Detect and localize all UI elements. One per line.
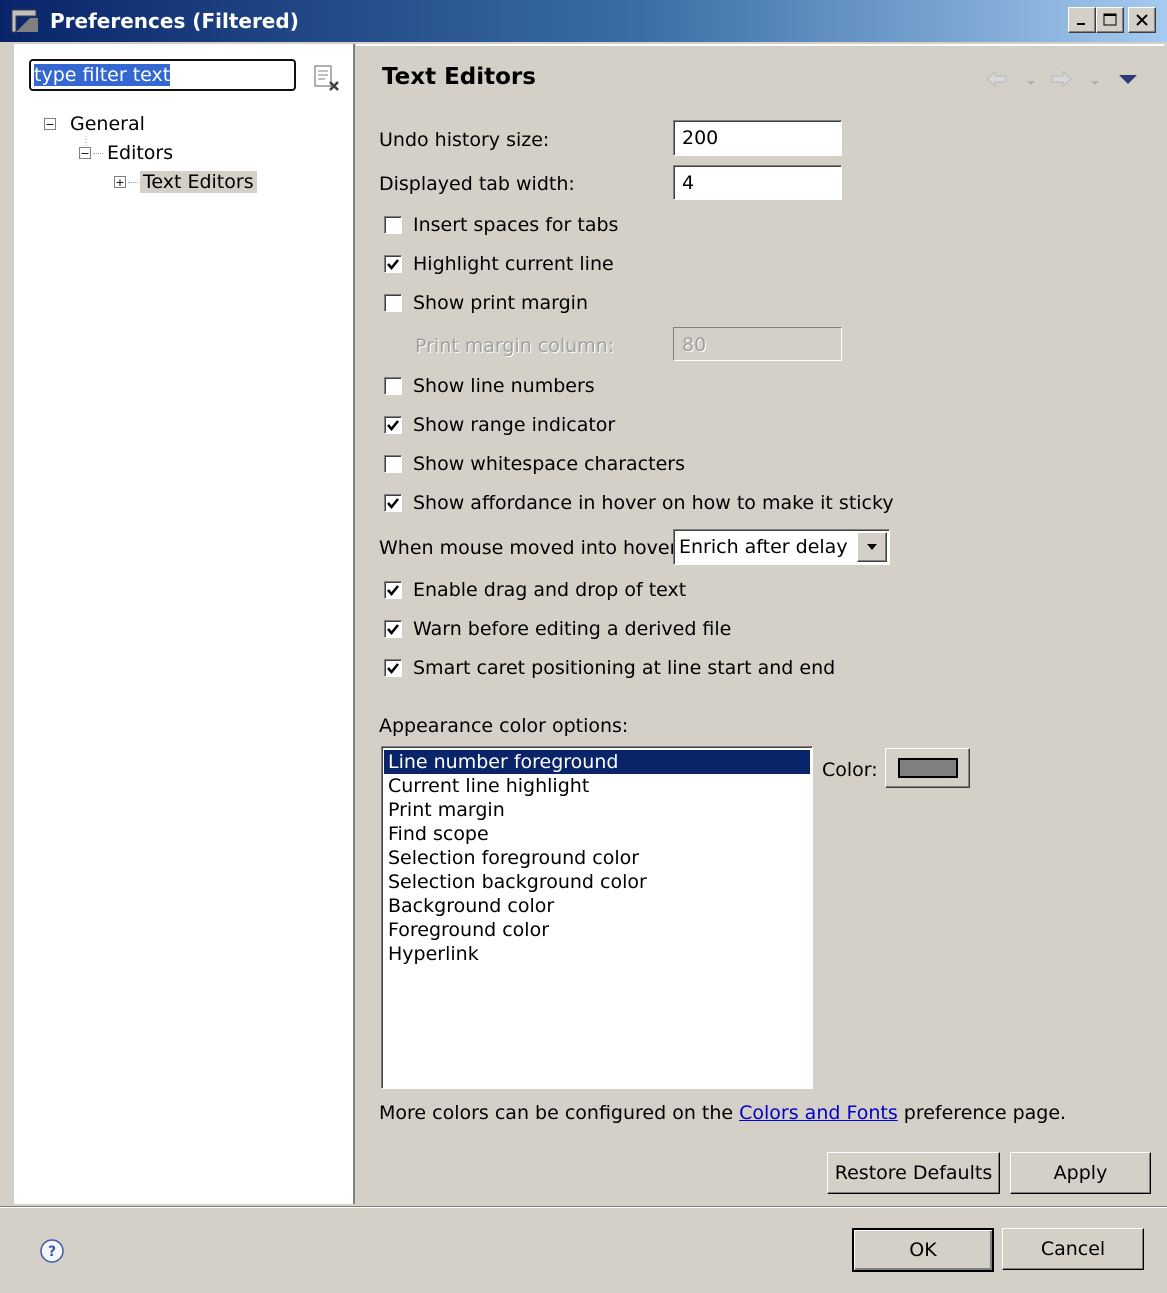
- chevron-down-icon[interactable]: [857, 532, 887, 562]
- clear-filter-icon[interactable]: [312, 64, 342, 92]
- minimize-button[interactable]: [1068, 7, 1096, 33]
- more-colors-suffix: preference page.: [897, 1102, 1067, 1124]
- help-icon[interactable]: ?: [38, 1237, 66, 1265]
- apply-button[interactable]: Apply: [1010, 1152, 1151, 1194]
- tree-item-label: Text Editors: [140, 171, 257, 193]
- print-margin-column-value: 80: [682, 334, 707, 356]
- print-margin-column-input[interactable]: 80: [673, 327, 842, 361]
- highlight-line-option[interactable]: Highlight current line: [384, 253, 614, 275]
- warn-derived-label: Warn before editing a derived file: [413, 618, 732, 640]
- hover-select[interactable]: Enrich after delay: [673, 529, 890, 565]
- warn-derived-option[interactable]: Warn before editing a derived file: [384, 618, 731, 640]
- line-numbers-label: Show line numbers: [413, 375, 595, 397]
- line-numbers-checkbox[interactable]: [384, 377, 402, 395]
- maximize-button[interactable]: [1096, 7, 1124, 33]
- back-arrow-icon[interactable]: [984, 68, 1010, 90]
- tree-item-editors[interactable]: − Editors: [79, 141, 173, 165]
- color-picker-button[interactable]: [885, 748, 970, 788]
- color-swatch: [897, 758, 958, 778]
- whitespace-checkbox[interactable]: [384, 455, 402, 473]
- tree-item-label: General: [70, 113, 145, 135]
- color-option-item[interactable]: Find scope: [384, 822, 810, 846]
- drag-drop-checkbox[interactable]: [384, 581, 402, 599]
- insert-spaces-label: Insert spaces for tabs: [413, 214, 619, 236]
- svg-text:?: ?: [48, 1244, 56, 1260]
- affordance-checkbox[interactable]: [384, 494, 402, 512]
- color-option-item[interactable]: Selection foreground color: [384, 846, 810, 870]
- smart-caret-label: Smart caret positioning at line start an…: [413, 657, 836, 679]
- back-history-dropdown[interactable]: [1024, 72, 1038, 86]
- undo-history-input[interactable]: 200: [673, 120, 842, 156]
- divider: [356, 44, 1164, 46]
- tree-connector-line: [93, 152, 103, 154]
- print-margin-option[interactable]: Show print margin: [384, 292, 588, 314]
- colors-and-fonts-link[interactable]: Colors and Fonts: [739, 1102, 898, 1124]
- affordance-option[interactable]: Show affordance in hover on how to make …: [384, 492, 894, 514]
- line-numbers-option[interactable]: Show line numbers: [384, 375, 595, 397]
- appearance-color-list[interactable]: Line number foreground Current line highl…: [381, 746, 813, 1089]
- expand-icon[interactable]: +: [114, 176, 126, 188]
- filter-input[interactable]: [28, 58, 297, 92]
- range-indicator-label: Show range indicator: [413, 414, 616, 436]
- color-option-item[interactable]: Hyperlink: [384, 942, 810, 966]
- color-option-item[interactable]: Background color: [384, 894, 810, 918]
- undo-history-value: 200: [682, 127, 719, 149]
- warn-derived-checkbox[interactable]: [384, 620, 402, 638]
- whitespace-label: Show whitespace characters: [413, 453, 685, 475]
- undo-history-label: Undo history size:: [379, 129, 550, 151]
- color-label: Color:: [822, 759, 878, 781]
- smart-caret-checkbox[interactable]: [384, 659, 402, 677]
- preferences-app-icon: [10, 8, 40, 34]
- print-margin-column-label: Print margin column:: [415, 335, 615, 357]
- window-title: Preferences (Filtered): [50, 9, 299, 33]
- whitespace-option[interactable]: Show whitespace characters: [384, 453, 685, 475]
- collapse-icon[interactable]: −: [79, 147, 91, 159]
- more-colors-prefix: More colors can be configured on the: [379, 1102, 740, 1124]
- page-title: Text Editors: [382, 64, 536, 90]
- color-option-item[interactable]: Line number foreground: [384, 750, 810, 774]
- tab-width-input[interactable]: 4: [673, 165, 842, 200]
- footer-divider-highlight: [0, 1207, 1167, 1208]
- hover-select-value: Enrich after delay: [679, 536, 848, 558]
- drag-drop-label: Enable drag and drop of text: [413, 579, 687, 601]
- color-option-item[interactable]: Print margin: [384, 798, 810, 822]
- tree-item-text-editors[interactable]: + Text Editors: [114, 169, 257, 195]
- view-menu-icon[interactable]: [1116, 70, 1140, 88]
- drag-drop-option[interactable]: Enable drag and drop of text: [384, 579, 686, 601]
- appearance-label: Appearance color options:: [379, 715, 629, 737]
- color-option-item[interactable]: Current line highlight: [384, 774, 810, 798]
- hover-label: When mouse moved into hover:: [379, 537, 684, 559]
- restore-defaults-button[interactable]: Restore Defaults: [827, 1152, 1000, 1194]
- close-button[interactable]: [1128, 7, 1156, 33]
- title-bar[interactable]: Preferences (Filtered): [0, 0, 1167, 42]
- collapse-icon[interactable]: −: [44, 118, 56, 130]
- forward-history-dropdown[interactable]: [1088, 72, 1102, 86]
- highlight-line-checkbox[interactable]: [384, 255, 402, 273]
- insert-spaces-option[interactable]: Insert spaces for tabs: [384, 214, 618, 236]
- tab-width-label: Displayed tab width:: [379, 173, 575, 195]
- range-indicator-option[interactable]: Show range indicator: [384, 414, 615, 436]
- range-indicator-checkbox[interactable]: [384, 416, 402, 434]
- print-margin-label: Show print margin: [413, 292, 588, 314]
- ok-button[interactable]: OK: [852, 1228, 994, 1272]
- more-colors-text: More colors can be configured on the Col…: [379, 1102, 1066, 1124]
- tree-connector-line: [128, 181, 138, 183]
- tree-item-general[interactable]: − General: [44, 112, 145, 136]
- preference-tree-pane: [14, 44, 355, 1204]
- cancel-button[interactable]: Cancel: [1002, 1228, 1144, 1270]
- forward-arrow-icon[interactable]: [1048, 68, 1074, 90]
- affordance-label: Show affordance in hover on how to make …: [413, 492, 894, 514]
- tree-item-label: Editors: [107, 142, 174, 164]
- tab-width-value: 4: [682, 172, 695, 194]
- highlight-line-label: Highlight current line: [413, 253, 614, 275]
- insert-spaces-checkbox[interactable]: [384, 216, 402, 234]
- color-option-item[interactable]: Foreground color: [384, 918, 810, 942]
- color-option-item[interactable]: Selection background color: [384, 870, 810, 894]
- print-margin-checkbox[interactable]: [384, 294, 402, 312]
- smart-caret-option[interactable]: Smart caret positioning at line start an…: [384, 657, 835, 679]
